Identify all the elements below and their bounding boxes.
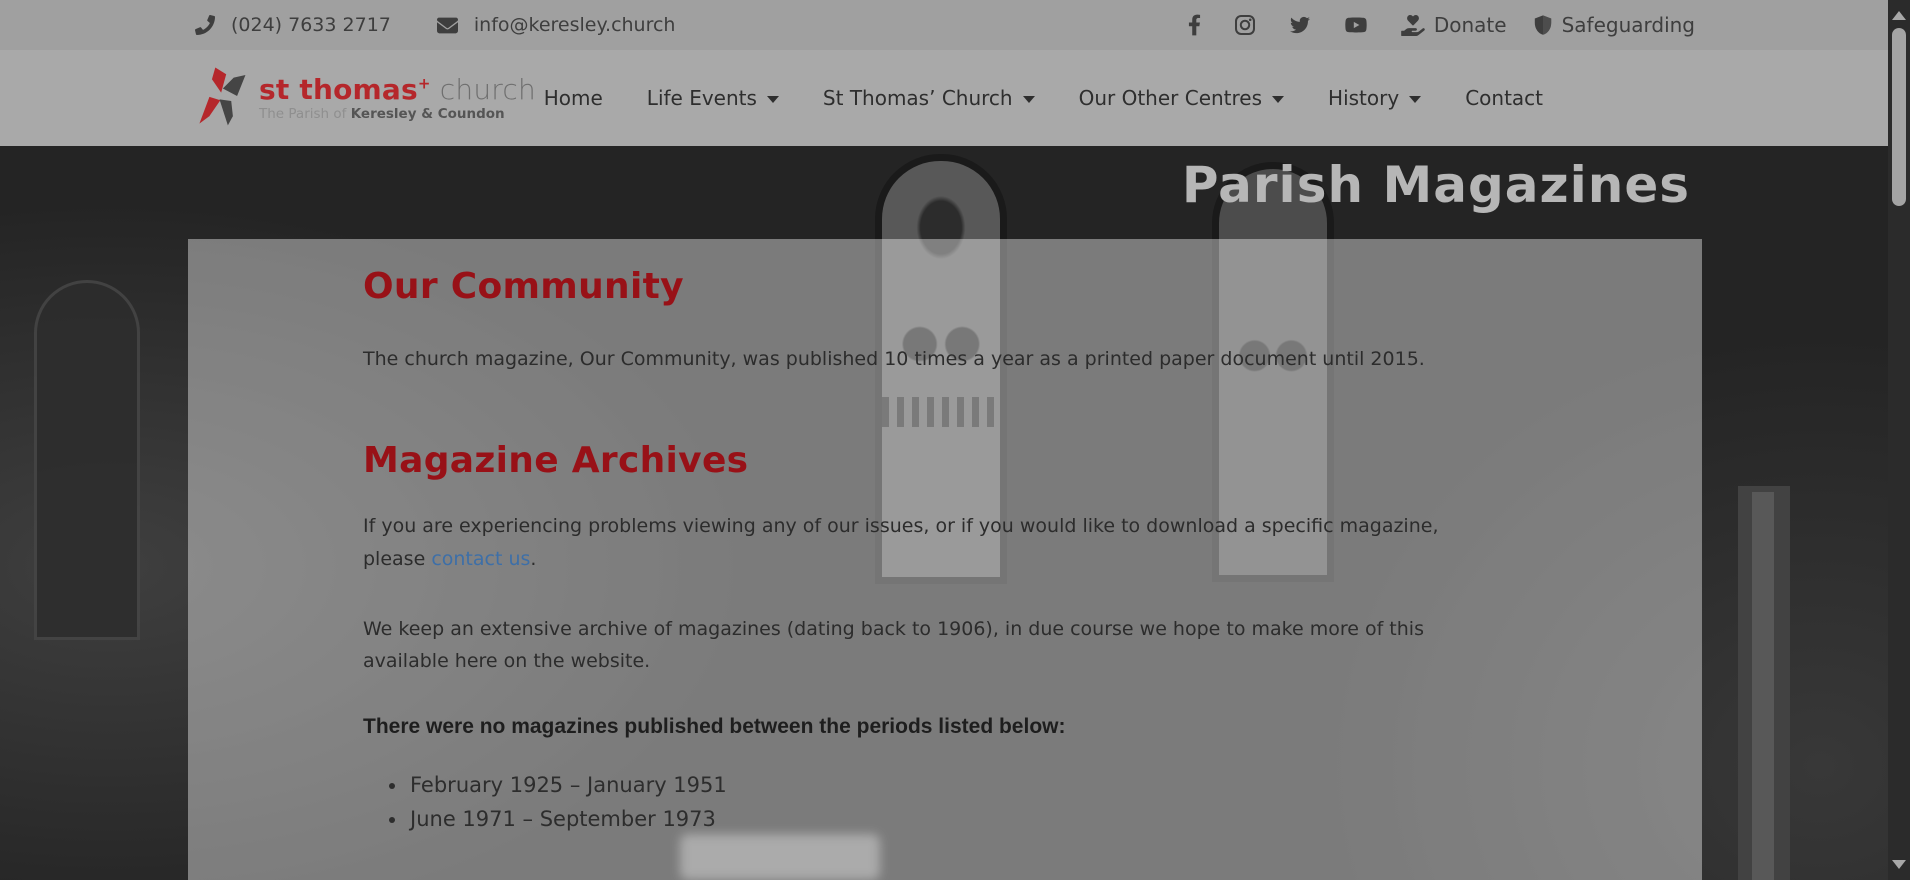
- nav-label: St Thomas’ Church: [823, 86, 1013, 110]
- phone-icon: [195, 15, 215, 35]
- donate-link[interactable]: Donate: [1401, 13, 1507, 37]
- section-heading-magazine-archives: Magazine Archives: [363, 440, 1503, 481]
- list-item: February 1925 – January 1951: [408, 769, 1503, 802]
- phone-contact[interactable]: (024) 7633 2717: [195, 14, 391, 36]
- chevron-down-icon: [1023, 96, 1035, 103]
- nav-item-history[interactable]: History: [1328, 86, 1421, 110]
- nav-item-life-events[interactable]: Life Events: [647, 86, 779, 110]
- main-navigation: Home Life Events St Thomas’ Church Our O…: [544, 86, 1543, 110]
- site-logo[interactable]: st thomas+ church The Parish of Keresley…: [195, 65, 536, 131]
- archives-paragraph-1-end: .: [530, 548, 536, 570]
- nav-label: Our Other Centres: [1079, 86, 1262, 110]
- twitter-icon[interactable]: [1289, 15, 1311, 35]
- donate-label: Donate: [1434, 13, 1507, 37]
- contact-us-link[interactable]: contact us: [431, 548, 530, 570]
- scroll-down-arrow-icon[interactable]: [1892, 860, 1906, 869]
- vertical-scrollbar[interactable]: [1888, 0, 1910, 880]
- arched-window: [34, 280, 140, 640]
- safeguarding-label: Safeguarding: [1562, 13, 1695, 37]
- nav-label: History: [1328, 86, 1399, 110]
- logo-name: st thomas+ church: [259, 75, 536, 104]
- chevron-down-icon: [1272, 96, 1284, 103]
- nav-item-our-other-centres[interactable]: Our Other Centres: [1079, 86, 1284, 110]
- donate-icon: [1401, 15, 1425, 36]
- community-paragraph: The church magazine, Our Community, was …: [363, 343, 1503, 375]
- wall-detail: [1752, 492, 1774, 880]
- safeguarding-link[interactable]: Safeguarding: [1533, 13, 1695, 37]
- nav-label: Home: [544, 86, 603, 110]
- social-icons: [1188, 14, 1368, 36]
- no-magazines-note: There were no magazines published betwee…: [363, 715, 1503, 739]
- nav-label: Contact: [1465, 86, 1543, 110]
- topbar-links-group: Donate Safeguarding: [1188, 13, 1695, 37]
- chevron-down-icon: [767, 96, 779, 103]
- scrollbar-thumb[interactable]: [1892, 28, 1906, 206]
- scroll-up-arrow-icon[interactable]: [1892, 11, 1906, 20]
- contact-info-group: (024) 7633 2717 info@keresley.church: [195, 14, 675, 36]
- content-container: Our Community The church magazine, Our C…: [363, 239, 1503, 836]
- archives-paragraph-1: If you are experiencing problems viewing…: [363, 510, 1503, 575]
- nav-label: Life Events: [647, 86, 757, 110]
- content-panel: Our Community The church magazine, Our C…: [188, 239, 1702, 880]
- nav-item-st-thomas-church[interactable]: St Thomas’ Church: [823, 86, 1035, 110]
- page-title: Parish Magazines: [1182, 156, 1690, 214]
- shield-icon: [1533, 14, 1553, 36]
- site-header: st thomas+ church The Parish of Keresley…: [0, 50, 1888, 146]
- phone-number: (024) 7633 2717: [231, 14, 391, 36]
- youtube-icon[interactable]: [1344, 15, 1368, 35]
- archives-paragraph-2: We keep an extensive archive of magazine…: [363, 613, 1503, 678]
- list-item: June 1971 – September 1973: [408, 803, 1503, 836]
- email-contact[interactable]: info@keresley.church: [437, 14, 676, 36]
- nav-item-home[interactable]: Home: [544, 86, 603, 110]
- top-contact-bar: (024) 7633 2717 info@keresley.church: [0, 0, 1888, 50]
- email-address: info@keresley.church: [474, 14, 676, 36]
- chevron-down-icon: [1409, 96, 1421, 103]
- logo-tagline: The Parish of Keresley & Coundon: [259, 107, 536, 121]
- logo-text: st thomas+ church The Parish of Keresley…: [259, 75, 536, 122]
- logo-cross-icon: [195, 65, 249, 131]
- nav-item-contact[interactable]: Contact: [1465, 86, 1543, 110]
- email-icon: [437, 15, 458, 36]
- section-heading-our-community: Our Community: [363, 239, 1503, 307]
- publication-gap-list: February 1925 – January 1951 June 1971 –…: [363, 769, 1503, 835]
- facebook-icon[interactable]: [1188, 14, 1201, 36]
- instagram-icon[interactable]: [1234, 14, 1256, 36]
